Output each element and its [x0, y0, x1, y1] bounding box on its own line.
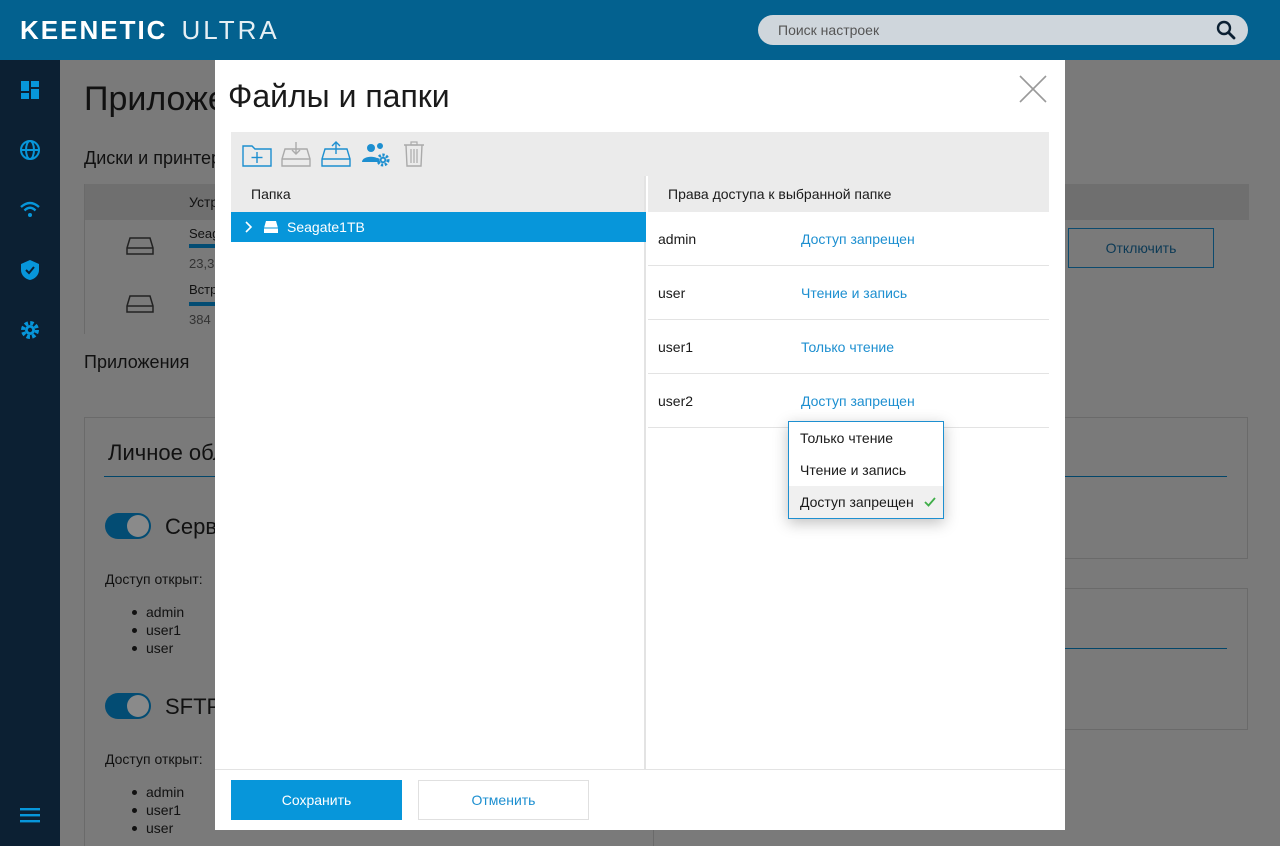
list-item: user — [120, 640, 184, 658]
globe-icon[interactable] — [18, 138, 42, 162]
list-item: admin — [120, 604, 184, 622]
hamburger-menu-icon[interactable] — [18, 803, 42, 827]
permission-user: user2 — [658, 393, 694, 409]
list-item: admin — [120, 784, 184, 802]
folder-panel-header: Папка — [231, 176, 644, 212]
disk-icon — [126, 295, 154, 313]
folder-row-seagate[interactable]: Seagate1TB — [231, 212, 646, 242]
disk1-usage-bar — [189, 244, 215, 248]
dropdown-option-label: Доступ запрещен — [800, 494, 914, 510]
users-settings-icon[interactable] — [359, 140, 391, 168]
toolbar — [231, 132, 1049, 176]
sftp-toggle[interactable] — [105, 693, 151, 719]
permission-row: user2 Доступ запрещен — [648, 374, 1049, 428]
sidebar — [0, 60, 60, 846]
apps-section-title: Приложения — [84, 352, 190, 372]
logo-brand: KEENETIC — [20, 15, 168, 45]
access-user-list: admin user1 user — [120, 604, 184, 658]
wifi-icon[interactable] — [18, 198, 42, 222]
disks-section-title: Диски и принтеры — [84, 148, 234, 168]
folder-panel: Папка Seagate1TB — [231, 176, 646, 769]
permissions-title: Права доступа к выбранной папке — [668, 186, 892, 202]
permission-row: admin Доступ запрещен — [648, 212, 1049, 266]
permission-access-link[interactable]: Доступ запрещен — [801, 212, 915, 266]
service-name: SFTP — [165, 694, 222, 719]
access-open-label: Доступ открыт: — [105, 571, 203, 587]
permission-row: user1 Только чтение — [648, 320, 1049, 374]
footer-divider — [215, 769, 1065, 770]
disconnect-button[interactable]: Отключить — [1068, 228, 1214, 268]
service-toggle[interactable] — [105, 513, 151, 539]
list-item: user — [120, 820, 184, 838]
permission-row: user Чтение и запись — [648, 266, 1049, 320]
drive-icon — [264, 221, 278, 233]
disk1-size: 23,3 — [189, 256, 215, 271]
search-box — [758, 15, 1248, 45]
search-input[interactable] — [758, 15, 1198, 45]
disk2-usage-bar — [189, 302, 215, 306]
folder-name: Seagate1TB — [287, 219, 365, 235]
permission-user: user — [658, 285, 686, 301]
search-icon[interactable] — [1216, 20, 1236, 40]
download-icon[interactable] — [280, 140, 312, 168]
permission-access-link[interactable]: Доступ запрещен — [801, 374, 915, 428]
list-item: user1 — [120, 622, 184, 640]
gear-icon[interactable] — [18, 318, 42, 342]
upload-icon[interactable] — [320, 140, 352, 168]
list-item: user1 — [120, 802, 184, 820]
access-user-list: admin user1 user — [120, 784, 184, 838]
new-folder-icon[interactable] — [241, 140, 273, 168]
dashboard-icon[interactable] — [18, 78, 42, 102]
dropdown-option-access-denied[interactable]: Доступ запрещен — [789, 486, 943, 518]
permissions-panel-header: Права доступа к выбранной папке — [648, 176, 1049, 212]
checkmark-icon — [924, 497, 936, 507]
close-icon[interactable] — [1018, 74, 1048, 104]
dropdown-option-read-write[interactable]: Чтение и запись — [789, 454, 943, 486]
access-open-label: Доступ открыт: — [105, 751, 203, 767]
permission-access-link[interactable]: Чтение и запись — [801, 266, 907, 320]
chevron-right-icon[interactable] — [245, 221, 253, 233]
logo: KEENETIC ULTRA — [20, 16, 280, 44]
cancel-button[interactable]: Отменить — [418, 780, 589, 820]
folder-column-title: Папка — [251, 186, 291, 202]
disk-icon — [126, 237, 154, 255]
dialog-title: Файлы и папки — [228, 78, 450, 114]
disk2-size: 384 — [189, 312, 211, 327]
dropdown-option-read-only[interactable]: Только чтение — [789, 422, 943, 454]
access-dropdown: Только чтение Чтение и запись Доступ зап… — [788, 421, 944, 519]
top-bar: KEENETIC ULTRA — [0, 0, 1280, 60]
permission-user: user1 — [658, 339, 694, 355]
permission-access-link[interactable]: Только чтение — [801, 320, 894, 374]
trash-icon[interactable] — [398, 140, 430, 168]
permission-user: admin — [658, 231, 697, 247]
save-button[interactable]: Сохранить — [231, 780, 402, 820]
logo-model: ULTRA — [181, 15, 280, 45]
shield-icon[interactable] — [18, 258, 42, 282]
